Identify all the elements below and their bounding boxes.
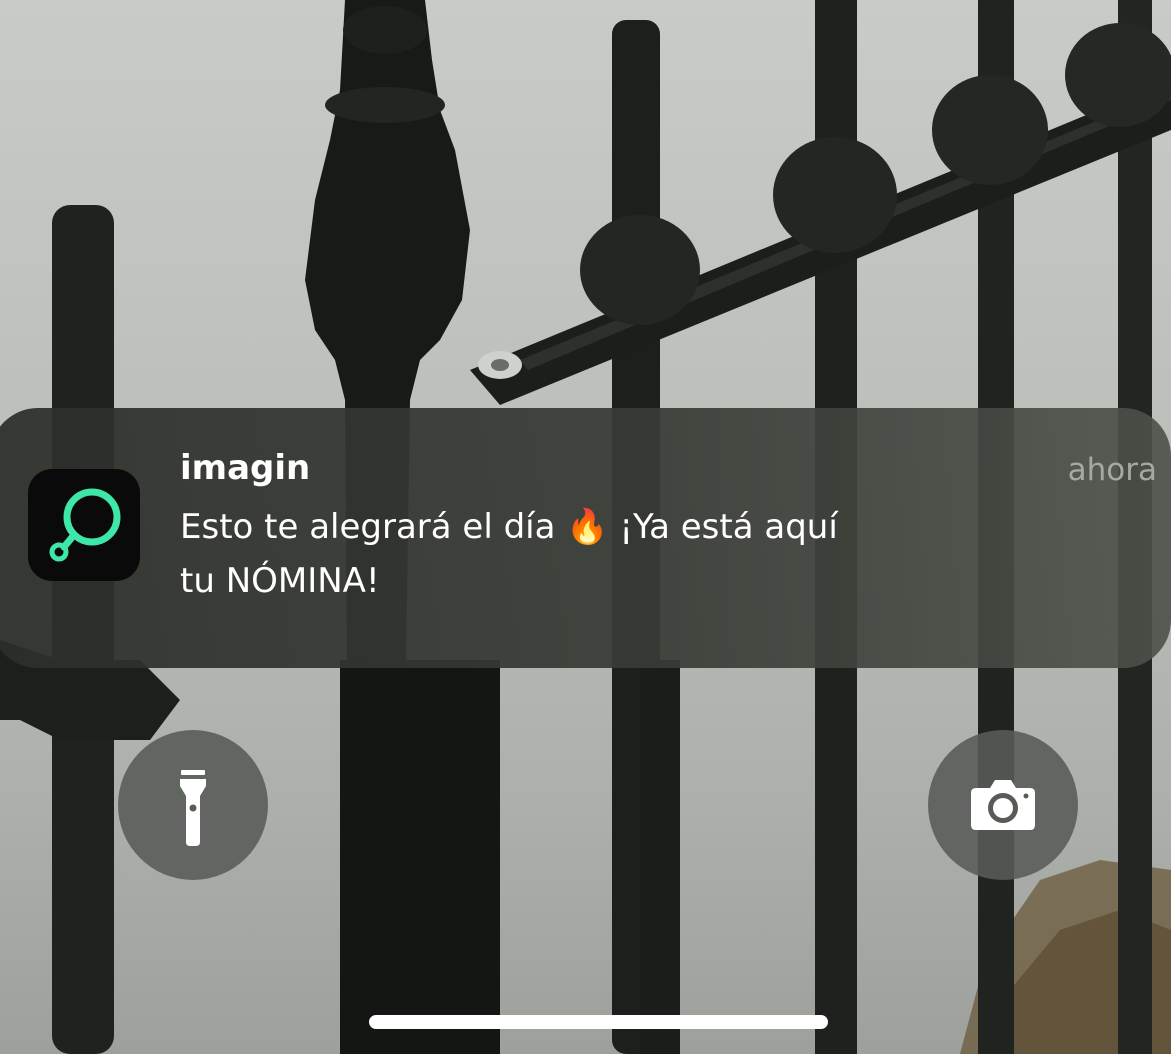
flashlight-icon <box>180 770 206 846</box>
lock-screen: imagin ahora Esto te alegrará el día 🔥 ¡… <box>0 0 1171 1054</box>
notification-message-line-1: Esto te alegrará el día 🔥 ¡Ya está aquí <box>180 507 838 547</box>
imagin-app-icon <box>28 469 140 581</box>
flashlight-button[interactable] <box>118 730 268 880</box>
home-indicator[interactable] <box>369 1015 828 1029</box>
camera-button[interactable] <box>928 730 1078 880</box>
camera-icon <box>971 780 1035 830</box>
notification-message-line-2: tu NÓMINA! <box>180 561 380 601</box>
notification-message: Esto te alegrará el día 🔥 ¡Ya está aquí … <box>180 500 1060 608</box>
notification-app-name: imagin <box>180 448 311 488</box>
imagin-logo-icon <box>49 488 121 562</box>
notification-time: ahora <box>1067 452 1157 488</box>
